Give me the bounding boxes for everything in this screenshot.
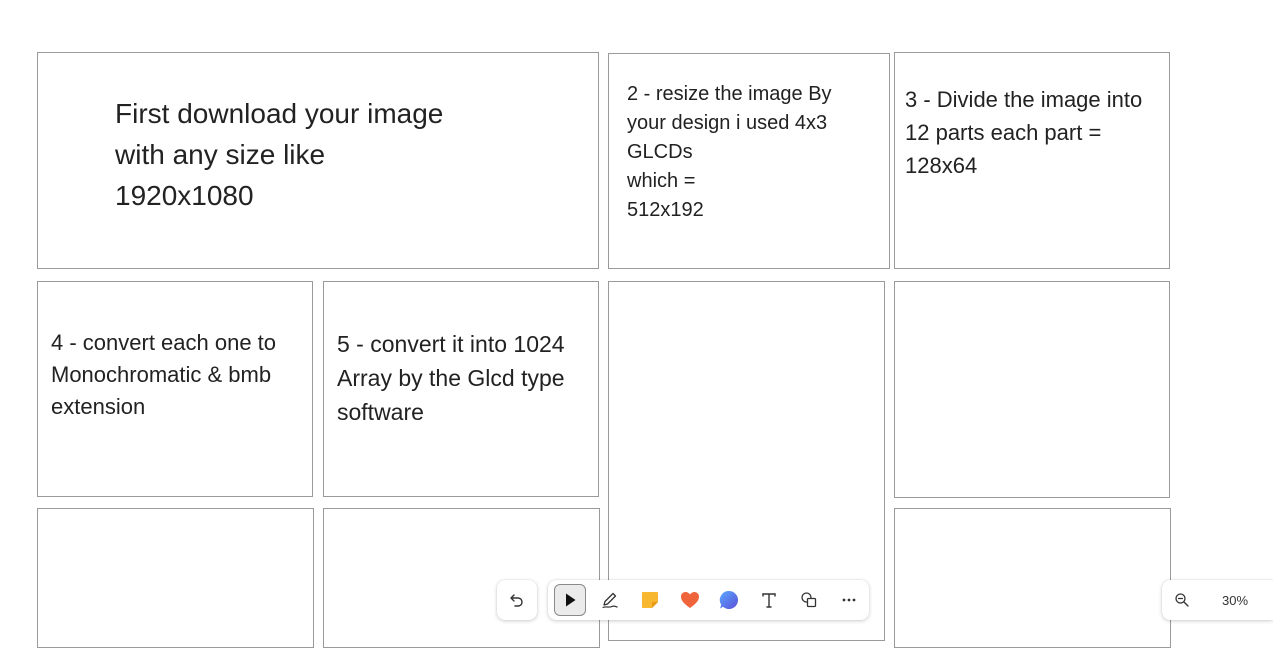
select-icon bbox=[565, 593, 576, 607]
pen-icon bbox=[602, 592, 618, 609]
empty-card-bottom-right[interactable] bbox=[894, 508, 1171, 648]
comment-tool-button[interactable] bbox=[714, 584, 746, 616]
comment-icon bbox=[720, 590, 739, 609]
shapes-icon bbox=[801, 592, 817, 608]
empty-card-bottom-1[interactable] bbox=[37, 508, 314, 648]
undo-toolbar bbox=[497, 580, 537, 620]
text-icon bbox=[762, 593, 777, 608]
zoom-level[interactable]: 30% bbox=[1222, 593, 1248, 608]
zoom-control: 30% bbox=[1162, 580, 1273, 620]
card-step-3-text: 3 - Divide the image into 12 parts each … bbox=[905, 87, 1143, 178]
text-tool-button[interactable] bbox=[753, 584, 785, 616]
card-step-3[interactable]: 3 - Divide the image into 12 parts each … bbox=[894, 52, 1170, 269]
undo-icon bbox=[510, 594, 523, 607]
card-step-1-text: First download your image with any size … bbox=[115, 98, 444, 211]
shapes-tool-button[interactable] bbox=[793, 584, 825, 616]
zoom-button[interactable] bbox=[1166, 584, 1198, 616]
card-step-5-text: 5 - convert it into 1024 Array by the Gl… bbox=[337, 331, 565, 425]
tools-toolbar bbox=[548, 580, 869, 620]
heart-sticker-tool-button[interactable] bbox=[674, 584, 706, 616]
empty-card-right-middle[interactable] bbox=[894, 281, 1170, 498]
sticky-note-icon bbox=[641, 592, 658, 608]
pen-tool-button[interactable] bbox=[594, 584, 626, 616]
heart-sticker-icon bbox=[680, 592, 699, 608]
more-icon bbox=[842, 598, 856, 602]
zoom-out-icon bbox=[1175, 593, 1189, 607]
card-step-4[interactable]: 4 - convert each one to Monochromatic & … bbox=[37, 281, 313, 497]
whiteboard-canvas[interactable]: First download your image with any size … bbox=[0, 0, 1273, 648]
undo-button[interactable] bbox=[501, 584, 533, 616]
more-tools-button[interactable] bbox=[833, 584, 865, 616]
card-step-2[interactable]: 2 - resize the image By your design i us… bbox=[608, 53, 890, 269]
card-step-1[interactable]: First download your image with any size … bbox=[37, 52, 599, 269]
card-step-2-text: 2 - resize the image By your design i us… bbox=[627, 83, 832, 221]
sticky-note-tool-button[interactable] bbox=[634, 584, 666, 616]
empty-card-bottom-2[interactable] bbox=[323, 508, 600, 648]
select-tool-button[interactable] bbox=[554, 584, 586, 616]
card-step-5[interactable]: 5 - convert it into 1024 Array by the Gl… bbox=[323, 281, 599, 497]
card-step-4-text: 4 - convert each one to Monochromatic & … bbox=[51, 330, 277, 419]
